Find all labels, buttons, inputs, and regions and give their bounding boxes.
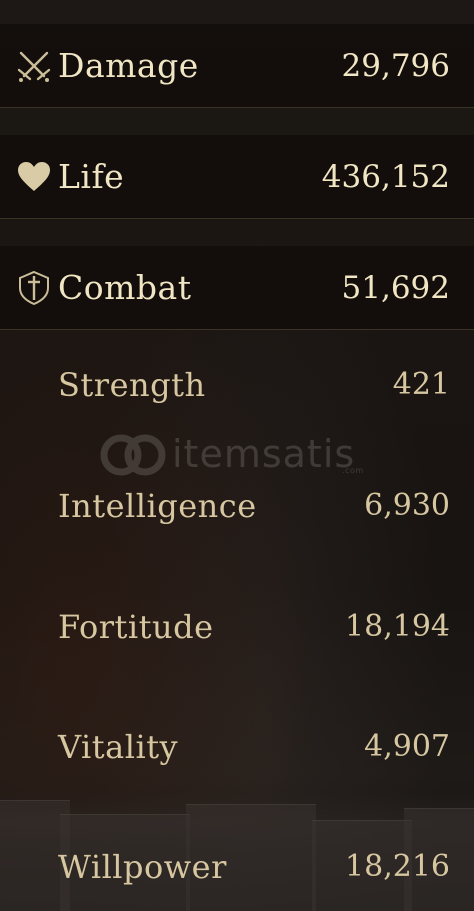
stat-row-life[interactable]: Life 436,152 xyxy=(0,135,474,219)
watermark-logo: itemsatis .com xyxy=(98,432,378,478)
attribute-row-intelligence[interactable]: Intelligence 6,930 xyxy=(0,481,474,531)
watermark-text: itemsatis xyxy=(172,432,356,476)
strength-value: 421 xyxy=(392,367,450,402)
row-spacer xyxy=(0,219,474,246)
stat-row-damage[interactable]: Damage 29,796 xyxy=(0,24,474,108)
life-label: Life xyxy=(58,157,125,196)
damage-value: 29,796 xyxy=(341,48,450,84)
combat-value: 51,692 xyxy=(341,270,450,306)
strength-label: Strength xyxy=(58,366,206,404)
vitality-label: Vitality xyxy=(58,728,179,766)
stat-row-combat[interactable]: Combat 51,692 xyxy=(0,246,474,330)
watermark-link-icon xyxy=(100,434,166,476)
intelligence-value: 6,930 xyxy=(364,488,450,523)
attribute-row-willpower[interactable]: Willpower 18,216 xyxy=(0,842,474,892)
heart-icon xyxy=(18,162,50,191)
intelligence-label: Intelligence xyxy=(58,487,257,525)
attribute-row-strength[interactable]: Strength 421 xyxy=(0,360,474,410)
shield-sword-icon xyxy=(19,270,49,306)
attribute-row-fortitude[interactable]: Fortitude 18,194 xyxy=(0,602,474,652)
damage-label: Damage xyxy=(58,46,199,85)
crossed-swords-icon xyxy=(17,51,51,82)
life-value: 436,152 xyxy=(321,159,450,195)
combat-label: Combat xyxy=(58,268,192,307)
character-stats-panel: Damage 29,796 Life 436,152 Combat 51,692… xyxy=(0,0,474,911)
vitality-value: 4,907 xyxy=(364,729,450,764)
fortitude-value: 18,194 xyxy=(345,609,450,644)
fortitude-label: Fortitude xyxy=(58,608,214,646)
attribute-row-vitality[interactable]: Vitality 4,907 xyxy=(0,722,474,772)
willpower-label: Willpower xyxy=(58,848,227,886)
willpower-value: 18,216 xyxy=(345,849,450,884)
row-spacer xyxy=(0,108,474,135)
watermark-domain: .com xyxy=(342,466,364,475)
